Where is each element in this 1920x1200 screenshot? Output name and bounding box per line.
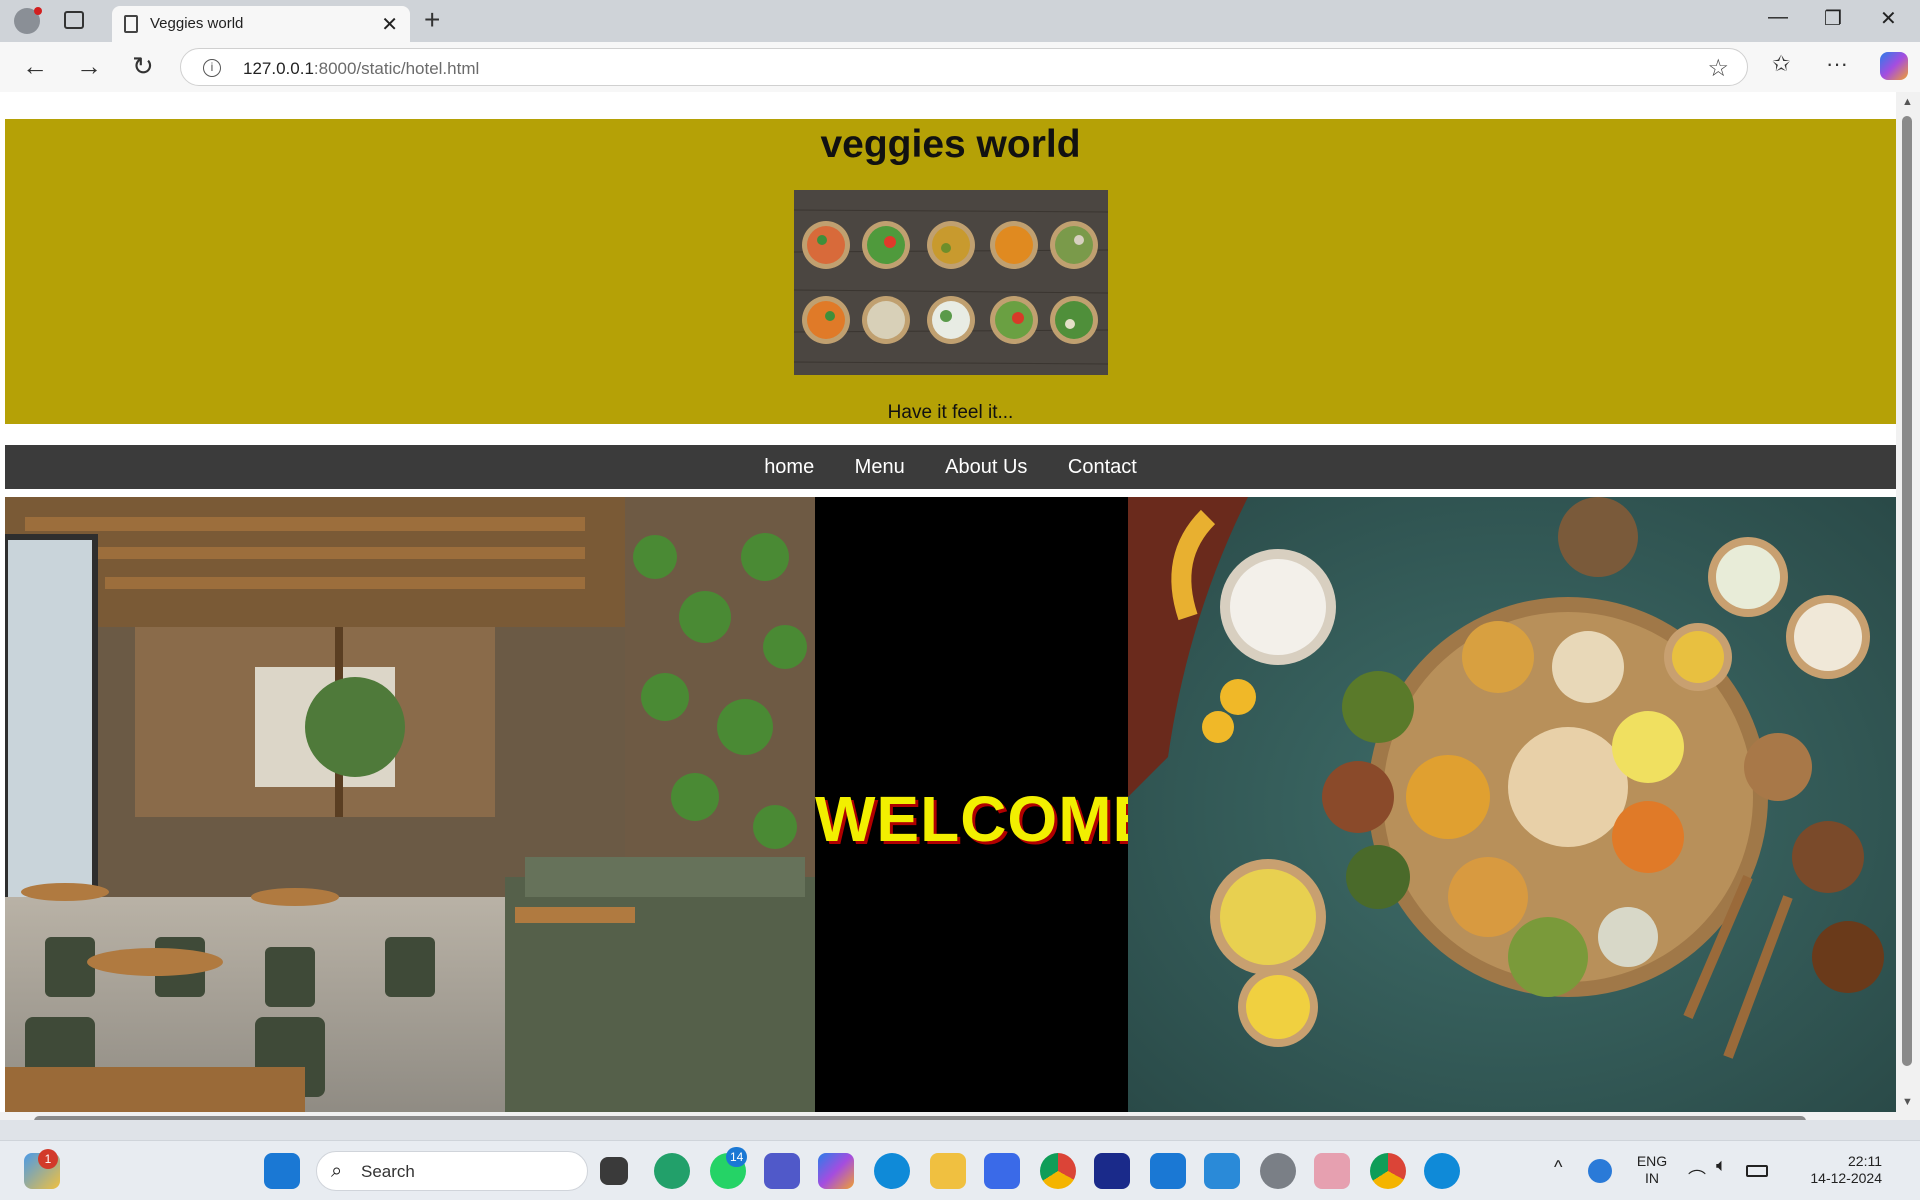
nav-link-home[interactable]: home (764, 445, 814, 489)
veggie-bowls-image (794, 190, 1108, 375)
page-document-icon (124, 15, 138, 33)
weather-badge: 1 (38, 1149, 58, 1169)
clock[interactable]: 22:11 14-12-2024 (1782, 1153, 1882, 1187)
browser-tab[interactable]: Veggies world ✕ (112, 6, 410, 42)
chrome-icon[interactable] (1040, 1153, 1076, 1189)
header-banner: veggies world Have it feel it... (5, 119, 1896, 424)
settings-gear-icon[interactable] (1260, 1153, 1296, 1189)
photos-icon[interactable] (1314, 1153, 1350, 1189)
welcome-heading: WELCOME (815, 783, 1157, 855)
reload-button[interactable]: ↻ (132, 51, 154, 81)
web-page: veggies world Have it feel it... home Me… (5, 92, 1896, 1120)
tab-actions-icon[interactable] (64, 11, 84, 29)
vertical-scrollbar[interactable]: ▲ ▼ (1896, 92, 1920, 1120)
windows-taskbar: 1 ⌕ Search 14 ^ ENG IN ︵ 🔈︎ 22:11 14-12-… (0, 1140, 1920, 1200)
scroll-down-icon[interactable]: ▼ (1902, 1096, 1913, 1108)
nav-link-contact[interactable]: Contact (1068, 445, 1137, 489)
clock-date: 14-12-2024 (1810, 1170, 1882, 1186)
vertical-scroll-thumb[interactable] (1902, 116, 1912, 1066)
chrome-profile-icon[interactable] (1370, 1153, 1406, 1189)
more-menu-icon[interactable]: ··· (1826, 51, 1848, 77)
favorites-icon[interactable]: ✩ (1772, 51, 1790, 77)
url-text: 127.0.0.1:8000/static/hotel.html (243, 59, 479, 79)
browser-tab-bar: Veggies world ✕ + — ❐ ✕ (0, 0, 1920, 42)
show-hidden-icons-chevron[interactable]: ^ (1554, 1158, 1562, 1176)
profile-avatar-icon[interactable] (14, 7, 42, 34)
favorite-star-icon[interactable]: ☆ (1707, 54, 1729, 83)
taskbar-search[interactable]: ⌕ Search (316, 1151, 588, 1191)
whatsapp-badge: 14 (726, 1147, 748, 1167)
nav-link-about-us[interactable]: About Us (945, 445, 1027, 489)
green-app-icon[interactable] (654, 1153, 690, 1189)
vscode-icon[interactable] (1204, 1153, 1240, 1189)
tab-close-icon[interactable]: ✕ (381, 12, 398, 37)
site-info-icon[interactable]: i (203, 59, 221, 77)
browser-toolbar: ← → ↻ i 127.0.0.1:8000/static/hotel.html… (0, 42, 1920, 92)
back-button[interactable]: ← (22, 51, 48, 81)
volume-icon[interactable]: 🔈︎ (1716, 1156, 1727, 1174)
file-explorer-icon[interactable] (930, 1153, 966, 1189)
tagline: Have it feel it... (887, 402, 1014, 423)
battery-icon[interactable] (1746, 1165, 1768, 1177)
minimize-button[interactable]: — (1768, 6, 1788, 29)
start-windows-icon[interactable] (264, 1153, 300, 1189)
tab-title: Veggies world (150, 15, 244, 32)
welcome-section: WELCOME (5, 497, 1896, 1120)
address-bar[interactable]: i 127.0.0.1:8000/static/hotel.html ☆ (180, 48, 1748, 86)
window-close-button[interactable]: ✕ (1880, 6, 1897, 31)
language-code: ENG (1636, 1153, 1668, 1169)
edge-secondary-icon[interactable] (1424, 1153, 1460, 1189)
scroll-up-icon[interactable]: ▲ (1902, 96, 1913, 108)
nav-link-menu[interactable]: Menu (855, 445, 905, 489)
url-host: 127.0.0.1 (243, 59, 314, 78)
horizontal-scroll-thumb[interactable] (34, 1116, 1806, 1120)
horizontal-scrollbar[interactable] (0, 1112, 1896, 1120)
edge-icon[interactable] (874, 1153, 910, 1189)
l-app-icon[interactable] (1094, 1153, 1130, 1189)
restaurant-interior-image (5, 497, 815, 1120)
url-path: :8000/static/hotel.html (313, 59, 480, 78)
thali-food-image (1128, 497, 1896, 1120)
region-code: IN (1645, 1170, 1659, 1186)
copilot-icon[interactable] (1880, 52, 1908, 80)
new-tab-button[interactable]: + (424, 4, 440, 36)
main-nav: home Menu About Us Contact (5, 445, 1896, 489)
restore-button[interactable]: ❐ (1824, 6, 1842, 31)
store-icon[interactable] (1150, 1153, 1186, 1189)
sync-icon[interactable] (1588, 1159, 1612, 1183)
search-label: Search (361, 1162, 415, 1181)
teams-icon[interactable] (764, 1153, 800, 1189)
copilot-taskbar-icon[interactable] (818, 1153, 854, 1189)
wifi-icon[interactable]: ︵ (1688, 1158, 1706, 1176)
clock-time: 22:11 (1848, 1153, 1882, 1169)
site-title: veggies world (820, 123, 1081, 166)
forward-button[interactable]: → (76, 51, 102, 81)
app-triangle-icon[interactable] (984, 1153, 1020, 1189)
page-viewport: veggies world Have it feel it... home Me… (0, 92, 1920, 1120)
task-view-icon[interactable] (600, 1157, 628, 1185)
language-indicator[interactable]: ENG IN (1632, 1153, 1672, 1187)
search-icon: ⌕ (331, 1160, 343, 1182)
welcome-panel: WELCOME (815, 497, 1157, 1120)
